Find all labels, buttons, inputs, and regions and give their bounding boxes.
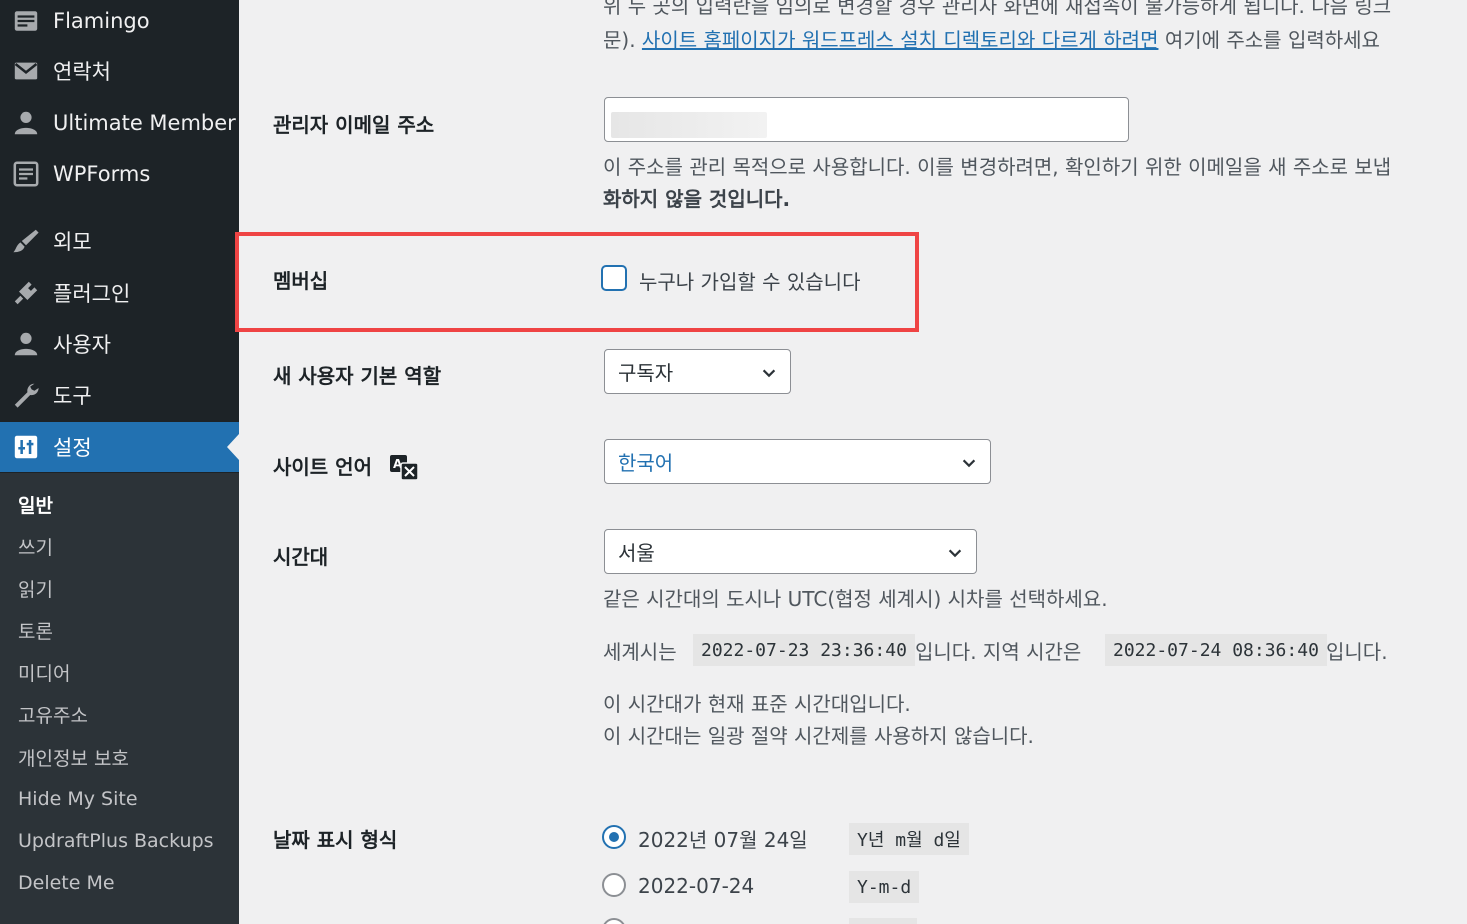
sidebar-item-flamingo[interactable]: Flamingo xyxy=(0,0,239,46)
date-format-label: 날짜 표시 형식 xyxy=(273,828,398,852)
submenu-item-permalinks[interactable]: 고유주소 xyxy=(18,701,88,728)
settings-submenu: 일반 쓰기 읽기 토론 미디어 고유주소 개인정보 보호 Hide My Sit… xyxy=(0,473,239,924)
timezone-value: 서울 xyxy=(618,541,655,565)
admin-email-label: 관리자 이메일 주소 xyxy=(273,113,435,137)
submenu-item-updraftplus[interactable]: UpdraftPlus Backups xyxy=(18,830,214,852)
site-language-value: 한국어 xyxy=(618,451,674,475)
sidebar-item-appearance[interactable]: 외모 xyxy=(0,216,239,266)
site-language-label: 사이트 언어 xyxy=(273,455,372,479)
utc-time-prefix: 세계시는 xyxy=(603,640,677,664)
siteurl-description: 위 두 곳의 입력란을 임의로 변경할 경우 관리자 화면에 재접속이 불가능하… xyxy=(603,0,1392,18)
sidebar-item-label: 도구 xyxy=(53,384,92,408)
membership-checkbox-label[interactable]: 누구나 가입할 수 있습니다 xyxy=(639,266,860,295)
date-format-radio-3[interactable] xyxy=(602,918,626,924)
date-format-radio-2[interactable] xyxy=(602,873,626,897)
siteurl-description-2: 문). 사이트 홈페이지가 워드프레스 설치 디렉토리와 다르게 하려면 여기에… xyxy=(603,28,1380,52)
utc-time-mid: 입니다. 지역 시간은 xyxy=(915,640,1082,664)
sidebar-item-tools[interactable]: 도구 xyxy=(0,370,239,420)
mail-icon xyxy=(11,56,41,86)
inbox-icon xyxy=(11,6,41,36)
submenu-item-privacy[interactable]: 개인정보 보호 xyxy=(18,744,129,771)
admin-email-description: 이 주소를 관리 목적으로 사용합니다. 이를 변경하려면, 확인하기 위한 이… xyxy=(603,155,1392,179)
wrench-icon xyxy=(11,380,41,410)
sidebar-item-label: 외모 xyxy=(53,230,92,254)
sidebar-item-label: WPForms xyxy=(53,162,151,186)
date-format-radio-1[interactable] xyxy=(602,825,626,849)
site-language-select[interactable]: 한국어 xyxy=(604,439,991,484)
submenu-item-delete-me[interactable]: Delete Me xyxy=(18,872,115,894)
local-time-suffix: 입니다. xyxy=(1326,640,1388,664)
user-icon xyxy=(11,108,41,138)
submenu-item-writing[interactable]: 쓰기 xyxy=(18,533,53,560)
timezone-label: 시간대 xyxy=(273,545,329,569)
date-format-code-1: Y년 m월 d일 xyxy=(849,823,969,855)
sidebar-item-plugins[interactable]: 플러그인 xyxy=(0,268,239,318)
form-icon xyxy=(11,159,41,189)
sidebar-item-label: 사용자 xyxy=(53,333,111,357)
sidebar-item-wpforms[interactable]: WPForms xyxy=(0,149,239,199)
current-menu-arrow xyxy=(227,434,239,460)
membership-label: 멤버십 xyxy=(273,269,329,293)
translation-icon: A xyxy=(390,455,419,481)
redacted-email-value xyxy=(611,112,767,138)
default-role-label: 새 사용자 기본 역할 xyxy=(273,364,442,388)
default-role-value: 구독자 xyxy=(618,361,674,385)
admin-email-input[interactable] xyxy=(604,97,1129,142)
sidebar-item-settings[interactable]: 설정 xyxy=(0,422,239,472)
sidebar-item-users[interactable]: 사용자 xyxy=(0,319,239,369)
different-directory-link[interactable]: 사이트 홈페이지가 워드프레스 설치 디렉토리와 다르게 하려면 xyxy=(642,28,1159,52)
utc-time-value: 2022-07-23 23:36:40 xyxy=(693,634,915,666)
local-time-value: 2022-07-24 08:36:40 xyxy=(1105,634,1327,666)
chevron-down-icon xyxy=(760,363,778,381)
membership-checkbox[interactable] xyxy=(601,265,627,291)
submenu-item-reading[interactable]: 읽기 xyxy=(18,575,53,602)
plugin-icon xyxy=(11,278,41,308)
submenu-item-discussion[interactable]: 토론 xyxy=(18,617,53,644)
submenu-item-hide-my-site[interactable]: Hide My Site xyxy=(18,788,138,810)
timezone-select[interactable]: 서울 xyxy=(604,529,977,574)
sidebar-item-label: Ultimate Member xyxy=(53,111,236,135)
sidebar-item-label: 플러그인 xyxy=(53,282,131,306)
chevron-down-icon xyxy=(946,543,964,561)
chevron-down-icon xyxy=(960,453,978,471)
settings-icon xyxy=(11,432,41,462)
users-icon xyxy=(11,329,41,359)
sidebar-item-label: 설정 xyxy=(53,436,92,460)
timezone-dst-note: 이 시간대는 일광 절약 시간제를 사용하지 않습니다. xyxy=(603,724,1034,748)
admin-sidebar: Flamingo 연락처 Ultimate Member WPForms 외모 … xyxy=(0,0,239,924)
brush-icon xyxy=(11,226,41,256)
sidebar-item-contact[interactable]: 연락처 xyxy=(0,46,239,96)
sidebar-item-ultimate-member[interactable]: Ultimate Member xyxy=(0,98,239,148)
submenu-item-media[interactable]: 미디어 xyxy=(18,659,70,686)
submenu-item-general[interactable]: 일반 xyxy=(18,491,53,518)
date-format-option-2[interactable]: 2022-07-24 xyxy=(638,874,754,898)
date-format-code-3 xyxy=(849,918,917,924)
settings-general-form: 위 두 곳의 입력란을 임의로 변경할 경우 관리자 화면에 재접속이 불가능하… xyxy=(235,0,1467,924)
date-format-code-2: Y-m-d xyxy=(849,871,920,903)
default-role-select[interactable]: 구독자 xyxy=(604,349,791,394)
date-format-option-1[interactable]: 2022년 07월 24일 xyxy=(638,824,808,853)
admin-email-description-2: 화하지 않을 것입니다. xyxy=(603,187,791,211)
timezone-description: 같은 시간대의 도시나 UTC(협정 세계시) 시차를 선택하세요. xyxy=(603,587,1108,611)
sidebar-item-label: 연락처 xyxy=(53,60,111,84)
timezone-standard-note: 이 시간대가 현재 표준 시간대입니다. xyxy=(603,692,911,716)
sidebar-item-label: Flamingo xyxy=(53,9,150,33)
